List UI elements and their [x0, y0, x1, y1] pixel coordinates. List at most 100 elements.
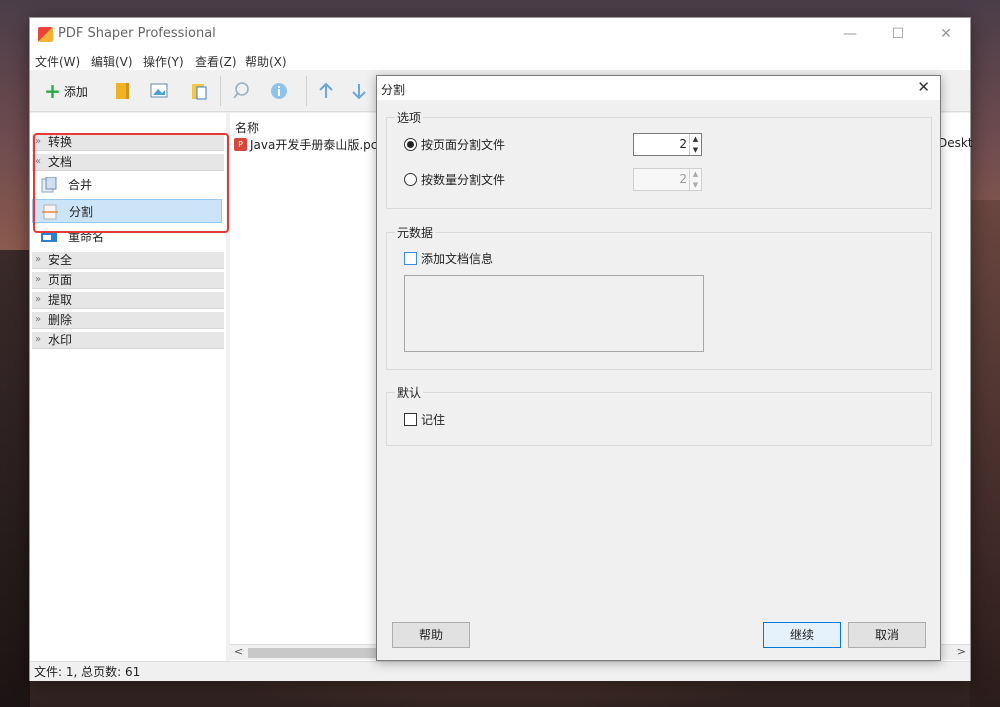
move-up-button[interactable] [315, 78, 337, 104]
add-button[interactable]: + 添加 [40, 78, 92, 104]
metadata-group: 元数据 添加文档信息 [386, 224, 932, 370]
sidebar-item-label: 重命名 [68, 230, 105, 244]
stepper-up-icon[interactable]: ▲ [689, 169, 701, 179]
chevron-icon: » [35, 136, 42, 147]
chevron-icon: » [35, 334, 42, 345]
maximize-button[interactable]: ☐ [883, 24, 913, 44]
chevron-icon: » [35, 274, 42, 285]
pages-stepper-value: 2 [679, 137, 687, 151]
arrow-down-icon [352, 84, 366, 100]
split-by-pages-label: 按页面分割文件 [421, 138, 506, 152]
folder-icon [116, 83, 129, 99]
checkbox-icon [404, 413, 417, 426]
radio-unselected-icon [404, 173, 417, 186]
category-extract[interactable]: » 提取 [32, 292, 224, 309]
split-icon [42, 204, 58, 220]
category-watermark[interactable]: » 水印 [32, 332, 224, 349]
sidebar-item-label: 分割 [69, 205, 94, 219]
scroll-right-arrow[interactable]: > [957, 645, 966, 658]
info-icon [271, 83, 287, 99]
menu-bar: 文件(W) 编辑(V) 操作(Y) 查看(Z) 帮助(X) [30, 50, 970, 70]
remember-label: 记住 [421, 413, 446, 427]
dialog-title: 分割 [381, 83, 406, 97]
scroll-left-arrow[interactable]: < [234, 645, 243, 658]
arrow-up-icon [319, 82, 333, 98]
category-label: 安全 [48, 253, 73, 267]
folder-button[interactable] [112, 78, 134, 104]
plus-icon: + [44, 79, 61, 103]
metadata-group-label: 元数据 [395, 224, 436, 241]
stepper-up-icon[interactable]: ▲ [689, 134, 701, 144]
title-bar: PDF Shaper Professional — ☐ ✕ [30, 18, 970, 50]
help-button[interactable]: 帮助 [392, 622, 470, 648]
category-label: 水印 [48, 333, 73, 347]
chevron-icon: » [35, 254, 42, 265]
close-button[interactable]: ✕ [931, 24, 961, 44]
stepper-down-icon[interactable]: ▼ [689, 180, 701, 190]
column-header-name[interactable]: 名称 [235, 119, 259, 136]
file-path: Deskt [938, 136, 973, 150]
menu-help[interactable]: 帮助(X) [245, 53, 287, 70]
clipboard-button[interactable] [188, 78, 210, 104]
category-convert[interactable]: » 转换 [32, 134, 224, 151]
image-button[interactable] [148, 78, 170, 104]
chevron-icon: » [35, 314, 42, 325]
category-label: 删除 [48, 313, 73, 327]
search-icon [233, 82, 249, 99]
add-doc-info-label: 添加文档信息 [421, 252, 494, 266]
search-button[interactable] [230, 78, 252, 104]
continue-button[interactable]: 继续 [763, 622, 841, 648]
count-stepper-value: 2 [679, 172, 687, 186]
menu-actions[interactable]: 操作(Y) [143, 53, 184, 70]
doc-info-textarea[interactable] [404, 275, 704, 352]
status-bar: 文件: 1, 总页数: 61 [30, 661, 970, 681]
split-by-count-radio[interactable]: 按数量分割文件 [404, 171, 505, 188]
toolbar-separator [306, 76, 307, 106]
add-doc-info-checkbox[interactable]: 添加文档信息 [404, 250, 493, 267]
remember-checkbox[interactable]: 记住 [404, 411, 445, 428]
radio-selected-icon [404, 138, 417, 151]
chevron-icon: » [35, 294, 42, 305]
cancel-button[interactable]: 取消 [848, 622, 926, 648]
pdf-file-icon: P [234, 138, 247, 151]
options-group: 选项 按页面分割文件 2 ▲ ▼ 按数量分割文件 2 ▲ ▼ [386, 109, 932, 209]
default-group: 默认 记住 [386, 384, 932, 446]
category-delete[interactable]: » 删除 [32, 312, 224, 329]
move-down-button[interactable] [348, 78, 370, 104]
toolbar-separator [220, 76, 221, 106]
category-pages[interactable]: » 页面 [32, 272, 224, 289]
rename-icon [41, 233, 57, 242]
file-row[interactable]: P Java开发手册泰山版.pc [234, 136, 377, 153]
minimize-button[interactable]: — [835, 24, 865, 44]
split-by-pages-radio[interactable]: 按页面分割文件 [404, 136, 505, 153]
image-icon [150, 83, 168, 98]
info-button[interactable] [268, 78, 290, 104]
stepper-down-icon[interactable]: ▼ [689, 145, 701, 155]
category-document[interactable]: « 文档 [32, 154, 224, 171]
category-label: 文档 [48, 155, 73, 169]
file-name: Java开发手册泰山版.pc [250, 138, 378, 152]
chevron-icon: « [35, 156, 42, 167]
scroll-thumb[interactable] [248, 648, 378, 658]
count-stepper[interactable]: 2 ▲ ▼ [633, 168, 702, 191]
operations-panel: » 转换 « 文档 合并 分割 重命名 » 安全 » 页面 » 提取 » 删除 … [30, 113, 226, 666]
menu-edit[interactable]: 编辑(V) [91, 53, 133, 70]
split-dialog: 分割 ✕ 选项 按页面分割文件 2 ▲ ▼ 按数量分割文件 2 ▲ ▼ 元数据 … [376, 75, 941, 661]
category-security[interactable]: » 安全 [32, 252, 224, 269]
category-label: 提取 [48, 293, 73, 307]
sidebar-item-split[interactable]: 分割 [32, 199, 222, 223]
add-label: 添加 [63, 84, 88, 99]
pages-stepper[interactable]: 2 ▲ ▼ [633, 133, 702, 156]
checkbox-icon [404, 252, 417, 265]
menu-file[interactable]: 文件(W) [35, 53, 80, 70]
category-label: 转换 [48, 135, 73, 149]
clipboard-icon [192, 84, 207, 100]
dialog-title-bar: 分割 ✕ [377, 76, 940, 100]
sidebar-item-label: 合并 [68, 178, 93, 192]
dialog-close-button[interactable]: ✕ [917, 78, 930, 96]
sidebar-item-merge[interactable]: 合并 [32, 173, 222, 197]
app-logo-icon [38, 27, 53, 42]
menu-view[interactable]: 查看(Z) [195, 53, 237, 70]
sidebar-item-rename[interactable]: 重命名 [32, 225, 222, 249]
options-group-label: 选项 [395, 109, 424, 126]
